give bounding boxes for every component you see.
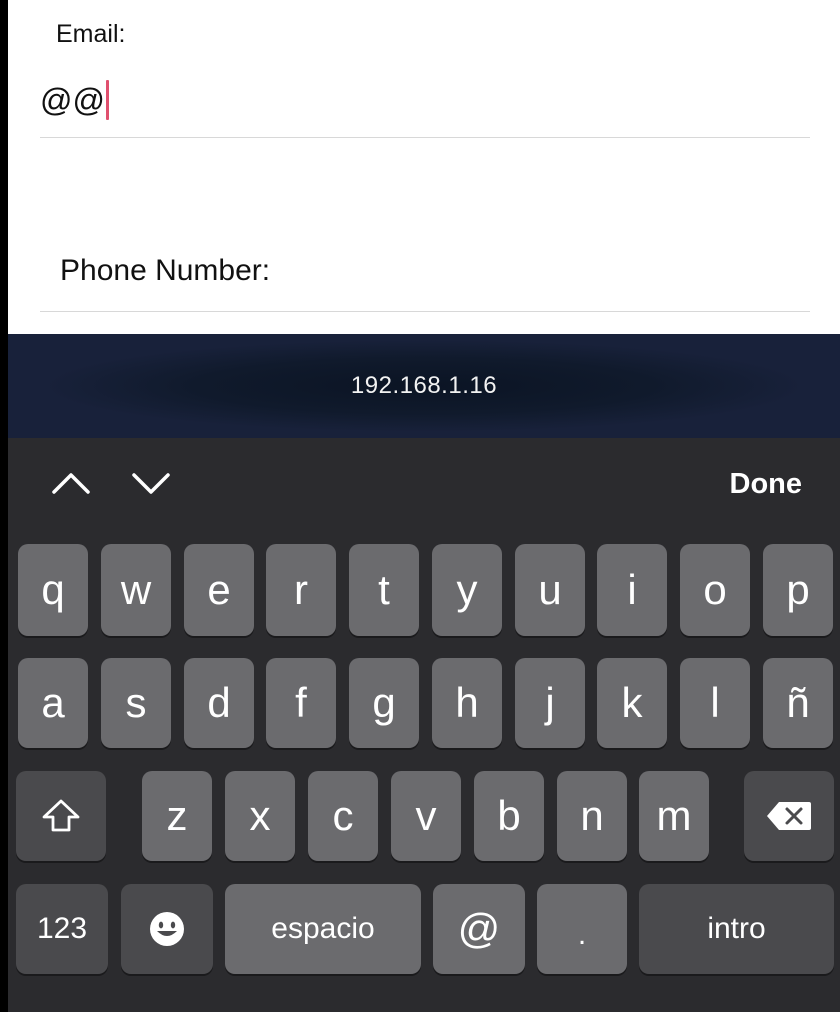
key-a[interactable]: a (18, 658, 88, 748)
dot-key[interactable]: . (537, 884, 627, 974)
address-text: 192.168.1.16 (350, 372, 498, 399)
email-input-value: @@ (40, 81, 105, 118)
key-g[interactable]: g (349, 658, 419, 748)
contact-form: Email: @@ Phone Number: (8, 0, 840, 334)
phone-number-label: Phone Number: (60, 254, 271, 287)
shift-icon (42, 799, 80, 832)
key-n[interactable]: n (557, 771, 627, 861)
previous-field-button[interactable] (50, 468, 92, 498)
email-input[interactable]: @@ (40, 80, 109, 120)
key-l[interactable]: l (680, 658, 750, 748)
key-r[interactable]: r (266, 544, 336, 636)
key-y[interactable]: y (432, 544, 502, 636)
delete-icon (767, 802, 811, 830)
email-label: Email: (56, 20, 126, 48)
key-c[interactable]: c (308, 771, 378, 861)
key-d[interactable]: d (184, 658, 254, 748)
key-w[interactable]: w (101, 544, 171, 636)
shift-key[interactable] (16, 771, 106, 861)
key-b[interactable]: b (474, 771, 544, 861)
key-h[interactable]: h (432, 658, 502, 748)
keyboard: q w e r t y u i o p a s d f g h j k l ñ … (8, 528, 840, 1012)
key-s[interactable]: s (101, 658, 171, 748)
done-button[interactable]: Done (730, 468, 803, 501)
key-z[interactable]: z (142, 771, 212, 861)
key-k[interactable]: k (597, 658, 667, 748)
key-v[interactable]: v (391, 771, 461, 861)
at-key[interactable]: @ (433, 884, 525, 974)
phone-number-input[interactable] (40, 311, 810, 312)
key-u[interactable]: u (515, 544, 585, 636)
key-n-tilde[interactable]: ñ (763, 658, 833, 748)
key-j[interactable]: j (515, 658, 585, 748)
email-underline (40, 137, 810, 138)
space-key[interactable]: espacio (225, 884, 421, 974)
next-field-button[interactable] (130, 468, 172, 498)
key-e[interactable]: e (184, 544, 254, 636)
chevron-down-icon (132, 473, 170, 494)
keyboard-accessory-bar: Done (8, 438, 840, 528)
key-q[interactable]: q (18, 544, 88, 636)
address-bar[interactable]: 192.168.1.16 (8, 334, 840, 438)
key-i[interactable]: i (597, 544, 667, 636)
delete-key[interactable] (744, 771, 834, 861)
chevron-up-icon (52, 473, 90, 494)
emoji-icon (150, 912, 184, 946)
return-key[interactable]: intro (639, 884, 834, 974)
key-m[interactable]: m (639, 771, 709, 861)
key-x[interactable]: x (225, 771, 295, 861)
emoji-key[interactable] (121, 884, 213, 974)
key-o[interactable]: o (680, 544, 750, 636)
key-t[interactable]: t (349, 544, 419, 636)
key-f[interactable]: f (266, 658, 336, 748)
text-caret (105, 80, 109, 120)
numbers-key[interactable]: 123 (16, 884, 108, 974)
key-p[interactable]: p (763, 544, 833, 636)
